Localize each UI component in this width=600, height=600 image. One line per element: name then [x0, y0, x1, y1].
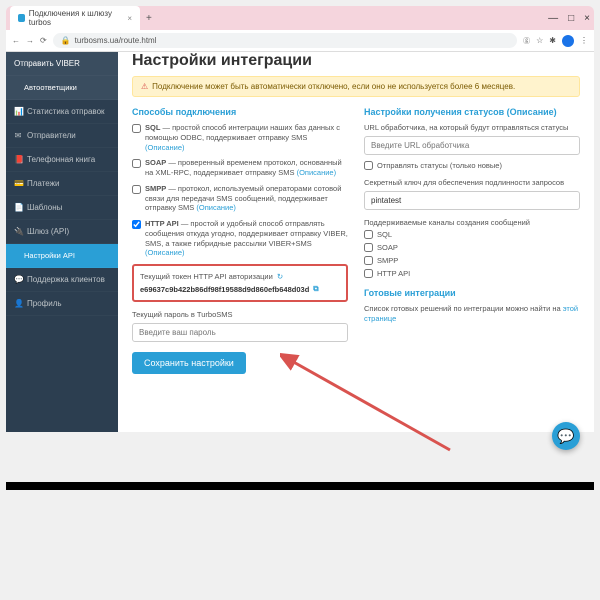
- status-settings-title: Настройки получения статусов (Описание): [364, 107, 580, 117]
- sidebar: Отправить VIBER Автоответщики 📊Статистик…: [6, 52, 118, 432]
- warning-icon: ⚠: [141, 82, 148, 91]
- window-minimize-icon[interactable]: —: [548, 13, 558, 24]
- http-checkbox-row[interactable]: HTTP API — простой и удобный способ отпр…: [132, 219, 348, 258]
- channels-label: Поддерживаемые каналы создания сообщений: [364, 218, 580, 227]
- channel-http-checkbox[interactable]: [364, 269, 373, 278]
- sidebar-item-autoresponders[interactable]: Автоответщики: [6, 76, 118, 100]
- http-checkbox[interactable]: [132, 220, 141, 229]
- new-only-checkbox[interactable]: [364, 161, 373, 170]
- secret-key-input[interactable]: [364, 191, 580, 210]
- channel-soap-row[interactable]: SOAP: [364, 243, 580, 252]
- refresh-token-icon[interactable]: ↻: [277, 272, 283, 281]
- sidebar-item-phonebook[interactable]: 📕Телефонная книга: [6, 148, 118, 172]
- share-icon[interactable]: ☆: [536, 36, 543, 45]
- card-icon: 💳: [14, 179, 22, 188]
- url-handler-label: URL обработчика, на который будут отправ…: [364, 123, 580, 132]
- ready-integrations-text: Список готовых решений по интеграции мож…: [364, 304, 580, 324]
- chat-icon: 💬: [14, 275, 22, 284]
- chat-bubble-icon: 💬: [557, 428, 574, 445]
- tab-close-icon[interactable]: ×: [127, 14, 132, 23]
- save-button[interactable]: Сохранить настройки: [132, 352, 246, 374]
- sql-checkbox[interactable]: [132, 124, 141, 133]
- sidebar-item-support[interactable]: 💬Поддержка клиентов: [6, 268, 118, 292]
- chat-fab[interactable]: 💬: [552, 422, 580, 450]
- soap-checkbox[interactable]: [132, 159, 141, 168]
- smpp-checkbox-row[interactable]: SMPP — протокол, используемый операторам…: [132, 184, 348, 213]
- token-label: Текущий токен HTTP API авторизации: [140, 272, 273, 281]
- sidebar-item-api-settings[interactable]: Настройки API: [6, 244, 118, 268]
- url-input[interactable]: 🔒 turbosms.ua/route.html: [53, 33, 517, 48]
- user-icon: 👤: [14, 299, 22, 308]
- sidebar-item-send-viber[interactable]: Отправить VIBER: [6, 52, 118, 76]
- book-icon: 📕: [14, 155, 22, 164]
- nav-back-icon[interactable]: ←: [12, 36, 20, 45]
- chart-icon: 📊: [14, 107, 22, 116]
- warning-alert: ⚠ Подключение может быть автоматически о…: [132, 76, 580, 97]
- sidebar-item-gateway[interactable]: 🔌Шлюз (API): [6, 220, 118, 244]
- sidebar-item-profile[interactable]: 👤Профиль: [6, 292, 118, 316]
- nav-reload-icon[interactable]: ⟳: [40, 36, 47, 45]
- channel-smpp-checkbox[interactable]: [364, 256, 373, 265]
- new-only-checkbox-row[interactable]: Отправлять статусы (только новые): [364, 161, 580, 170]
- browser-tab-bar: Подключения к шлюзу turbos × + — □ ×: [6, 6, 594, 30]
- window-close-icon[interactable]: ×: [584, 13, 590, 24]
- sidebar-item-payments[interactable]: 💳Платежи: [6, 172, 118, 196]
- connection-methods-title: Способы подключения: [132, 107, 348, 117]
- profile-avatar[interactable]: [562, 35, 574, 47]
- sidebar-item-senders[interactable]: ✉Отправители: [6, 124, 118, 148]
- token-box: Текущий токен HTTP API авторизации ↻ e69…: [132, 264, 348, 302]
- sql-checkbox-row[interactable]: SQL SQL — простой способ интеграции наши…: [132, 123, 348, 152]
- plug-icon: 🔌: [14, 227, 22, 236]
- sidebar-item-statistics[interactable]: 📊Статистика отправок: [6, 100, 118, 124]
- channel-sql-row[interactable]: SQL: [364, 230, 580, 239]
- url-handler-input[interactable]: [364, 136, 580, 155]
- token-value: e69637c9b422b86df98f19588d9d860efb648d03…: [140, 285, 309, 294]
- envelope-icon: ✉: [14, 131, 22, 140]
- channel-smpp-row[interactable]: SMPP: [364, 256, 580, 265]
- main-content: Настройки интеграции ⚠ Подключение может…: [118, 52, 594, 432]
- new-tab-button[interactable]: +: [146, 13, 152, 24]
- tab-favicon: [18, 14, 25, 22]
- secret-key-label: Секретный ключ для обеспечения подлиннос…: [364, 178, 580, 187]
- translate-icon[interactable]: ⓖ: [523, 36, 530, 46]
- password-label: Текущий пароль в TurboSMS: [132, 310, 348, 319]
- doc-icon: 📄: [14, 203, 22, 212]
- sidebar-item-templates[interactable]: 📄Шаблоны: [6, 196, 118, 220]
- address-bar: ← → ⟳ 🔒 turbosms.ua/route.html ⓖ ☆ ✱ ⋮: [6, 30, 594, 52]
- ready-integrations-title: Готовые интеграции: [364, 288, 580, 298]
- password-input[interactable]: [132, 323, 348, 342]
- channel-sql-checkbox[interactable]: [364, 230, 373, 239]
- soap-checkbox-row[interactable]: SOAP — проверенный временем протокол, ос…: [132, 158, 348, 178]
- tab-title: Подключения к шлюзу turbos: [29, 9, 120, 27]
- page-title: Настройки интеграции: [132, 52, 580, 70]
- smpp-checkbox[interactable]: [132, 185, 141, 194]
- channel-soap-checkbox[interactable]: [364, 243, 373, 252]
- window-maximize-icon[interactable]: □: [568, 13, 574, 24]
- browser-tab[interactable]: Подключения к шлюзу turbos ×: [10, 6, 140, 30]
- lock-icon: 🔒: [61, 36, 71, 45]
- nav-forward-icon[interactable]: →: [26, 36, 34, 45]
- menu-icon[interactable]: ⋮: [580, 36, 588, 45]
- channel-http-row[interactable]: HTTP API: [364, 269, 580, 278]
- extensions-icon[interactable]: ✱: [549, 36, 556, 45]
- copy-token-icon[interactable]: ⧉: [313, 284, 318, 294]
